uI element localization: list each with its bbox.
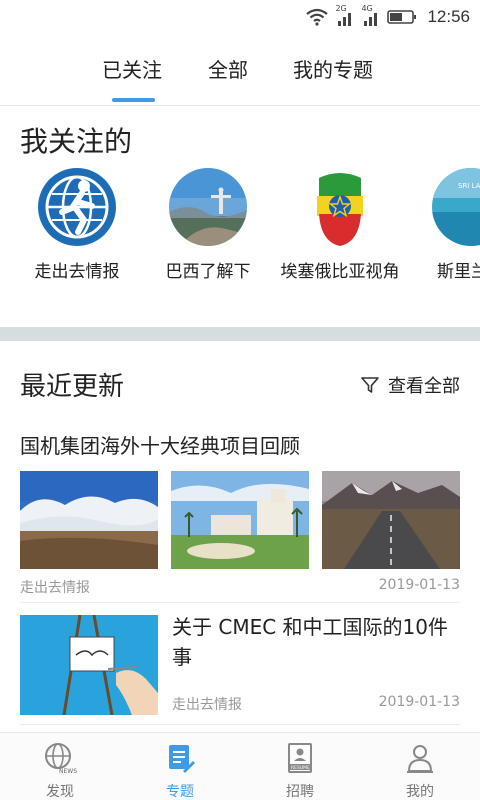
recent-section-title: 最近更新 xyxy=(20,372,125,402)
tab-following[interactable]: 已关注 xyxy=(102,54,162,83)
article-thumbnail-road[interactable] xyxy=(322,471,460,569)
top-tabs: 已关注 全部 我的专题 xyxy=(0,34,480,106)
article-thumbnail-mountains[interactable] xyxy=(20,471,158,569)
rio-statue-photo xyxy=(169,168,247,246)
svg-text:NEWS: NEWS xyxy=(59,768,77,775)
article-thumbnail-resort[interactable] xyxy=(171,471,309,569)
article-source: 走出去情报 xyxy=(20,580,90,596)
tab-my-topics[interactable]: 我的专题 xyxy=(293,54,373,83)
nav-topics[interactable]: 专题 xyxy=(140,741,220,800)
following-item-label: 巴西了解下 xyxy=(165,262,251,282)
ethiopia-flag-face-photo xyxy=(301,168,379,246)
nav-label: 专题 xyxy=(166,784,194,800)
filter-icon xyxy=(361,377,379,393)
nav-label: 发现 xyxy=(46,784,74,800)
article-separator xyxy=(20,724,460,725)
following-item-label: 斯里兰卡 xyxy=(437,262,480,282)
article-title[interactable]: 国机集团海外十大经典项目回顾 xyxy=(20,430,300,459)
article-date: 2019-01-13 xyxy=(378,577,460,593)
following-item-srilanka[interactable]: SRI LANK 斯里兰卡 xyxy=(406,168,480,284)
following-item-zouchuqu[interactable]: 走出去情报 xyxy=(12,168,142,284)
globe-runner-icon xyxy=(38,168,116,246)
battery-icon xyxy=(387,10,417,24)
user-profile-icon xyxy=(407,745,433,773)
nav-label: 招聘 xyxy=(286,784,314,800)
nav-mine[interactable]: 我的 xyxy=(380,741,460,800)
view-all-button[interactable]: 查看全部 xyxy=(360,372,460,398)
wifi-icon xyxy=(306,8,329,26)
nav-jobs[interactable]: RESUME 招聘 xyxy=(260,741,340,800)
article-date: 2019-01-13 xyxy=(378,694,460,710)
svg-text:RESUME: RESUME xyxy=(291,765,310,771)
svg-text:SRI LANK: SRI LANK xyxy=(458,182,480,190)
nav-discover[interactable]: NEWS 发现 xyxy=(20,741,100,800)
globe-news-icon: NEWS xyxy=(45,743,77,775)
following-item-label: 埃塞俄比亚视角 xyxy=(280,262,400,282)
active-tab-indicator xyxy=(112,98,155,102)
following-item-label: 走出去情报 xyxy=(34,262,120,282)
following-item-brazil[interactable]: 巴西了解下 xyxy=(143,168,273,284)
view-all-label: 查看全部 xyxy=(388,376,460,397)
article-source: 走出去情报 xyxy=(172,697,242,713)
article-title[interactable]: 关于 CMEC 和中工国际的10件事 xyxy=(172,612,462,672)
article-separator xyxy=(20,602,460,603)
article-thumbnail-handshake[interactable] xyxy=(20,615,158,715)
status-bar: 2G 4G 12:56 xyxy=(0,0,480,34)
section-divider xyxy=(0,327,480,341)
resume-icon: RESUME xyxy=(288,743,312,773)
nav-label: 我的 xyxy=(406,784,434,800)
signal-2g-icon: 2G xyxy=(335,4,355,27)
bottom-nav: NEWS 发现 专题 RESUME 招聘 我的 xyxy=(0,732,480,800)
tab-all[interactable]: 全部 xyxy=(208,54,248,83)
status-time: 12:56 xyxy=(427,7,470,26)
topic-doc-icon xyxy=(169,745,195,773)
following-list: 走出去情报 巴西了解下 埃塞俄比亚视角 SRI LA 斯里兰 xyxy=(0,168,480,308)
sri-lanka-photo: SRI LANK xyxy=(432,168,480,246)
signal-4g-icon: 4G xyxy=(361,4,381,27)
following-section-title: 我关注的 xyxy=(20,125,133,158)
following-item-ethiopia[interactable]: 埃塞俄比亚视角 xyxy=(275,168,405,284)
